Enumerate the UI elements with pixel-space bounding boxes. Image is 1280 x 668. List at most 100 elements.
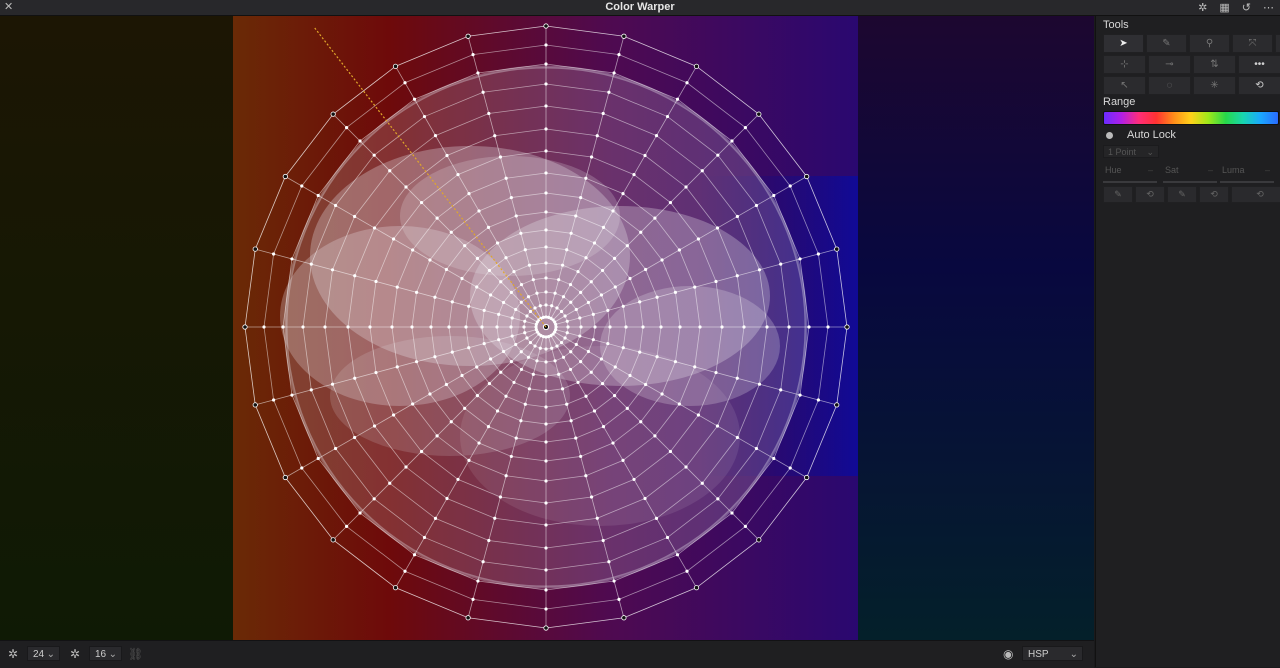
- grid-control-point[interactable]: [696, 413, 701, 417]
- grid-control-point[interactable]: [544, 523, 548, 527]
- grid-control-point[interactable]: [756, 537, 762, 543]
- grid-control-point[interactable]: [392, 63, 399, 69]
- grid-control-point[interactable]: [467, 192, 471, 196]
- grid-control-point[interactable]: [525, 336, 529, 340]
- grid-control-point[interactable]: [595, 516, 599, 520]
- grid-control-point[interactable]: [757, 268, 762, 272]
- grid-control-point[interactable]: [519, 367, 524, 372]
- grid-control-point[interactable]: [693, 63, 700, 69]
- grid-control-point[interactable]: [444, 267, 449, 272]
- grid-control-point[interactable]: [844, 324, 850, 330]
- grid-control-point[interactable]: [272, 252, 276, 256]
- grid-control-point[interactable]: [493, 134, 497, 138]
- warper-viewer[interactable]: [0, 16, 1094, 640]
- grid-control-point[interactable]: [617, 597, 621, 601]
- grid-control-point[interactable]: [684, 185, 688, 189]
- grid-control-point[interactable]: [528, 309, 533, 314]
- grid-control-point[interactable]: [693, 365, 697, 369]
- grid-control-point[interactable]: [606, 341, 610, 346]
- grid-control-point[interactable]: [716, 153, 720, 157]
- grid-control-point[interactable]: [613, 285, 617, 289]
- grid-control-point[interactable]: [787, 325, 791, 329]
- grid-control-point[interactable]: [481, 560, 485, 564]
- grid-control-point[interactable]: [544, 607, 548, 611]
- grid-control-point[interactable]: [700, 169, 704, 173]
- grid-control-point[interactable]: [504, 176, 508, 180]
- grid-control-point[interactable]: [628, 276, 632, 281]
- luma-slider[interactable]: Luma –: [1220, 165, 1274, 183]
- grid-control-point[interactable]: [579, 360, 583, 364]
- grid-control-point[interactable]: [533, 344, 537, 348]
- grid-control-point[interactable]: [560, 263, 565, 267]
- grid-control-point[interactable]: [735, 435, 739, 440]
- grid-control-point[interactable]: [544, 588, 548, 592]
- grid-control-point[interactable]: [544, 546, 548, 550]
- grid-control-point[interactable]: [685, 81, 689, 85]
- grid-control-point[interactable]: [569, 350, 573, 354]
- grid-control-point[interactable]: [730, 511, 734, 515]
- grid-control-point[interactable]: [330, 382, 335, 386]
- grid-control-point[interactable]: [309, 262, 313, 266]
- range-bar[interactable]: [1103, 111, 1279, 125]
- grid-control-point[interactable]: [495, 241, 500, 245]
- pin-row-icon[interactable]: •••: [1238, 55, 1280, 74]
- grid-control-point[interactable]: [477, 441, 481, 445]
- grid-control-point[interactable]: [807, 325, 811, 329]
- grid-control-point[interactable]: [519, 350, 523, 354]
- grid-control-point[interactable]: [488, 357, 493, 361]
- grid-control-point[interactable]: [544, 290, 548, 294]
- grid-control-point[interactable]: [606, 308, 610, 313]
- grid-control-point[interactable]: [579, 290, 583, 294]
- grid-control-point[interactable]: [544, 171, 548, 175]
- grid-control-point[interactable]: [544, 245, 548, 249]
- grid-control-point[interactable]: [698, 325, 702, 329]
- collapse-tool-icon[interactable]: ⤧: [1232, 34, 1273, 53]
- grid-control-point[interactable]: [523, 331, 527, 335]
- grid-control-point[interactable]: [333, 203, 338, 208]
- grid-control-point[interactable]: [599, 357, 604, 361]
- select-all-icon[interactable]: ◌: [1148, 76, 1191, 95]
- grid-control-point[interactable]: [608, 325, 612, 329]
- grid-control-point[interactable]: [497, 338, 501, 342]
- grid-control-point[interactable]: [460, 276, 464, 281]
- brush-tool-icon[interactable]: ✎: [1146, 34, 1187, 53]
- grid-control-point[interactable]: [586, 300, 591, 305]
- grid-control-point[interactable]: [300, 184, 304, 188]
- grid-control-point[interactable]: [522, 325, 526, 329]
- grid-control-point[interactable]: [501, 349, 506, 354]
- grid-control-point[interactable]: [659, 325, 663, 329]
- grid-control-point[interactable]: [553, 359, 557, 363]
- grid-control-point[interactable]: [788, 466, 792, 470]
- grid-control-point[interactable]: [403, 569, 407, 573]
- grid-control-point[interactable]: [641, 325, 645, 329]
- grid-control-point[interactable]: [510, 316, 514, 320]
- grid-control-point[interactable]: [391, 237, 396, 241]
- grid-control-point[interactable]: [419, 200, 424, 205]
- grid-control-point[interactable]: [617, 53, 621, 57]
- grid-control-point[interactable]: [374, 370, 378, 375]
- grid-control-point[interactable]: [544, 127, 548, 131]
- grid-control-point[interactable]: [544, 459, 548, 463]
- grid-control-point[interactable]: [531, 372, 535, 376]
- grid-control-point[interactable]: [403, 81, 407, 85]
- grid-control-point[interactable]: [601, 225, 606, 230]
- grid-control-point[interactable]: [433, 295, 437, 299]
- grid-control-point[interactable]: [559, 309, 564, 314]
- grid-control-point[interactable]: [735, 274, 739, 278]
- grid-control-point[interactable]: [509, 325, 513, 329]
- grid-control-point[interactable]: [589, 370, 593, 374]
- grid-control-point[interactable]: [544, 360, 548, 364]
- add-point-icon[interactable]: ⊹: [1103, 55, 1146, 74]
- swap-icon[interactable]: ⇅: [1193, 55, 1236, 74]
- grid-control-point[interactable]: [252, 246, 258, 252]
- grid-control-point[interactable]: [504, 394, 508, 398]
- grid-control-point[interactable]: [282, 173, 288, 180]
- grid-control-point[interactable]: [242, 324, 248, 330]
- grid-control-point[interactable]: [589, 155, 594, 159]
- grid-control-point[interactable]: [449, 420, 453, 424]
- grid-control-point[interactable]: [638, 300, 642, 304]
- grid-control-point[interactable]: [654, 134, 659, 138]
- reset-icon[interactable]: ⟲: [1238, 76, 1280, 95]
- grid-control-point[interactable]: [372, 424, 377, 428]
- grid-control-point[interactable]: [519, 231, 523, 235]
